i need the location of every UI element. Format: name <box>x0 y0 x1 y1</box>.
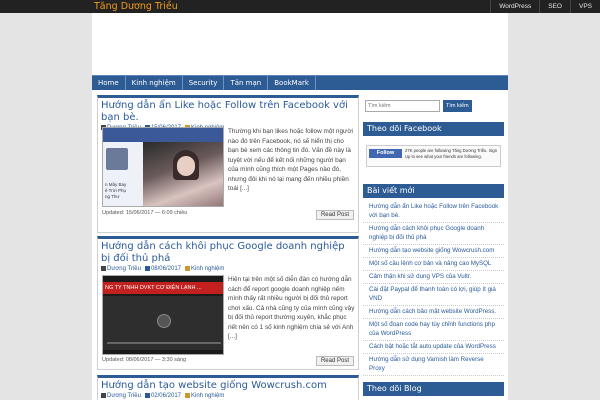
post-card: Hướng dẫn cách khôi phục Google doanh ng… <box>97 236 359 370</box>
thumb-banner-text: NG TY TNHH DVKT CƠ ĐIỆN LẠNH ... <box>103 282 223 294</box>
folder-icon <box>185 393 190 398</box>
header-banner <box>92 13 508 75</box>
read-post-button[interactable]: Read Post <box>315 356 354 366</box>
post-card: Hướng dẫn tạo website giống Wowcrush.com… <box>97 375 359 400</box>
post-category[interactable]: Kinh nghiệm <box>191 393 224 399</box>
top-link-wordpress[interactable]: WordPress <box>490 0 539 13</box>
thumb-photo <box>143 142 223 206</box>
nav-item-home[interactable]: Home <box>92 76 126 90</box>
calendar-icon <box>144 393 150 398</box>
post-updated: Updated: 15/06/2017 — 6:09 chiều <box>102 210 188 216</box>
post-thumbnail[interactable]: n Mây Bay ẻ Trời Phụ ng Thư <box>102 127 224 207</box>
site-title[interactable]: Tăng Dương Triều <box>94 1 178 12</box>
top-link-seo[interactable]: SEO <box>539 0 570 13</box>
thumb-sidebar: n Mây Bay ẻ Trời Phụ ng Thư <box>103 142 143 206</box>
post-meta: Dương Triều 02/06/2017 Kinh nghiệm <box>98 392 358 400</box>
recent-posts-title: Bài viết mới <box>363 184 504 198</box>
thumb-header <box>103 128 223 142</box>
post-author[interactable]: Dương Triều <box>107 266 141 272</box>
recent-post-link[interactable]: Một số đoạn code hay tùy chỉnh functions… <box>363 319 504 341</box>
post-title[interactable]: Hướng dẫn cách khôi phục Google doanh ng… <box>98 239 358 265</box>
nav-item-security[interactable]: Security <box>183 76 225 90</box>
recent-post-link[interactable]: Cách bật hoặc tắt auto update của WordPr… <box>363 341 504 354</box>
folder-icon <box>185 266 190 271</box>
post-title[interactable]: Hướng dẫn ẩn Like hoặc Follow trên Faceb… <box>98 98 358 124</box>
recent-post-link[interactable]: Cài đặt Paypal để thanh toán có lợi, giú… <box>363 284 504 306</box>
read-post-button[interactable]: Read Post <box>315 210 354 220</box>
top-link-vps[interactable]: VPS <box>569 0 600 13</box>
post-title[interactable]: Hướng dẫn tạo website giống Wowcrush.com <box>98 378 358 392</box>
facebook-follow-box: Follow 27K people are following Tăng Dươ… <box>366 145 501 167</box>
post-author[interactable]: Dương Triều <box>107 393 141 399</box>
thumb-video <box>103 296 223 350</box>
post-thumbnail[interactable]: NG TY TNHH DVKT CƠ ĐIỆN LẠNH ... <box>102 275 224 355</box>
recent-post-link[interactable]: Cảm thận khi sử dụng VPS của Vultr. <box>363 271 504 284</box>
post-excerpt: Thường khi bạn likes hoặc follow một ngư… <box>228 128 353 192</box>
post-meta: Dương Triều 08/06/2017 Kinh nghiệm <box>98 265 358 273</box>
post-excerpt: Hiện tại trên một số diễn đàn có hướng d… <box>228 276 355 340</box>
post-updated: Updated: 08/06/2017 — 3:30 sáng <box>102 357 187 363</box>
recent-post-link[interactable]: Hướng dẫn cách bảo mật website WordPress… <box>363 306 504 319</box>
recent-posts-list: Hướng dẫn ẩn Like hoặc Follow trên Faceb… <box>363 201 504 376</box>
user-icon <box>101 393 106 398</box>
post-date[interactable]: 08/06/2017 <box>151 266 181 272</box>
recent-post-link[interactable]: Hướng dẫn sử dụng Varnish làm Reverse Pr… <box>363 354 504 376</box>
facebook-follow-button[interactable]: Follow <box>369 149 402 158</box>
search-input[interactable] <box>365 100 440 112</box>
recent-post-link[interactable]: Hướng dẫn ẩn Like hoặc Follow trên Faceb… <box>363 201 504 223</box>
user-icon <box>101 266 106 271</box>
thumb-text: n Mây Bay ẻ Trời Phụ ng Thư <box>105 182 127 199</box>
recent-post-link[interactable]: Hướng dẫn cách khôi phục Google doanh ng… <box>363 223 504 245</box>
top-links: WordPress SEO VPS <box>490 0 600 13</box>
search-button[interactable]: Tìm kiếm <box>443 100 472 112</box>
calendar-icon <box>144 266 150 271</box>
recent-post-link[interactable]: Hướng dẫn tạo website giống Wowcrush.com <box>363 245 504 258</box>
post-card: Hướng dẫn ẩn Like hoặc Follow trên Faceb… <box>97 95 359 233</box>
blog-follow-title: Theo dõi Blog <box>363 382 504 396</box>
facebook-follow-text: 27K people are following Tăng Dương Triề… <box>405 148 498 159</box>
nav-item-bookmark[interactable]: BookMark <box>268 76 316 90</box>
nav-item-kinh-nghiem[interactable]: Kinh nghiệm <box>126 76 183 90</box>
search-form: Tìm kiếm <box>365 100 472 112</box>
top-bar: Tăng Dương Triều WordPress SEO VPS <box>0 0 600 13</box>
recent-post-link[interactable]: Một số câu lệnh cơ bản và nâng cao MySQL <box>363 258 504 271</box>
post-category[interactable]: Kinh nghiệm <box>191 266 224 272</box>
main-nav: Home Kinh nghiệm Security Tản mạn BookMa… <box>92 75 508 90</box>
facebook-widget-title: Theo dõi Facebook <box>363 122 504 136</box>
post-date[interactable]: 02/06/2017 <box>151 393 181 399</box>
nav-item-tan-man[interactable]: Tản mạn <box>224 76 269 90</box>
